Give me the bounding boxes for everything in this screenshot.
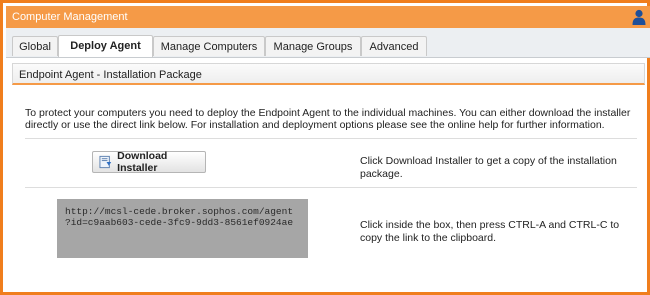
download-installer-label: Download Installer [117,150,168,174]
tab-deploy-agent[interactable]: Deploy Agent [58,35,153,57]
agent-link-line-1: http://mcsl-cede.broker.sophos.com/agent [65,206,294,217]
tab-manage-computers[interactable]: Manage Computers [153,36,265,56]
download-description: Click Download Installer to get a copy o… [360,155,617,180]
section-header: Endpoint Agent - Installation Package [12,63,645,85]
divider [25,187,637,188]
window-title: Computer Management [12,11,128,23]
download-installer-icon [99,155,112,169]
intro-text: To protect your computers you need to de… [25,107,631,131]
download-installer-button[interactable]: Download Installer [92,150,206,174]
user-icon[interactable] [632,9,646,25]
tab-bar: Global Deploy Agent Manage Computers Man… [6,28,650,58]
section-title: Endpoint Agent - Installation Package [19,69,202,81]
tab-global[interactable]: Global [12,36,58,56]
tab-manage-groups[interactable]: Manage Groups [265,36,361,56]
tab-advanced[interactable]: Advanced [361,36,427,56]
link-description: Click inside the box, then press CTRL-A … [360,219,620,244]
window-titlebar: Computer Management [6,6,650,28]
agent-link-line-2: ?id=c9aab603-cede-3fc9-9dd3-8561ef0924ae [65,217,294,228]
agent-link-box[interactable]: http://mcsl-cede.broker.sophos.com/agent… [57,199,308,258]
computer-management-window: Computer Management Global Deploy Agent … [0,0,650,295]
divider [25,138,637,139]
